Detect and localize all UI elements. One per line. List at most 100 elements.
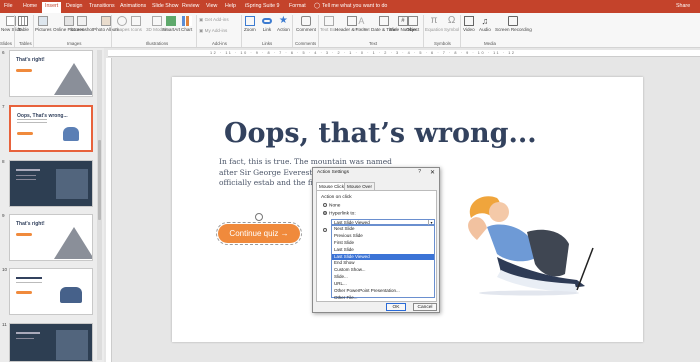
run-program-radio[interactable]: [323, 228, 327, 232]
video-button[interactable]: Video: [463, 16, 475, 32]
screen-recording-button[interactable]: Screen Recording: [495, 16, 532, 32]
thumbnail-text-line: [16, 277, 42, 279]
tab-design[interactable]: Design: [66, 3, 83, 9]
list-item[interactable]: Custom Show...: [332, 267, 434, 274]
list-item[interactable]: Last Slide: [332, 247, 434, 254]
tab-transitions[interactable]: Transitions: [89, 3, 115, 9]
tab-slide-show[interactable]: Slide Show: [152, 3, 179, 9]
zoom-icon: [244, 16, 255, 26]
mountain-photo: [56, 330, 88, 360]
scrollbar-thumb[interactable]: [98, 140, 101, 220]
help-button[interactable]: ?: [418, 169, 421, 175]
list-item[interactable]: Other PowerPoint Presentation...: [332, 288, 434, 295]
list-item-selected[interactable]: Last Slide Viewed: [332, 253, 434, 261]
share-button[interactable]: Share: [676, 3, 690, 9]
group-label-tables: Tables: [19, 41, 32, 46]
tab-file[interactable]: File: [4, 3, 13, 9]
none-radio[interactable]: None: [323, 203, 340, 208]
photo-album-icon: [101, 16, 112, 26]
audio-button[interactable]: ♫ Audio: [479, 16, 491, 32]
list-item[interactable]: URL...: [332, 281, 434, 288]
close-button[interactable]: ✕: [430, 169, 435, 176]
thumbnail-text-line: [17, 119, 47, 120]
mountain-photo: [56, 169, 88, 199]
divider: [14, 15, 15, 47]
chart-button[interactable]: Chart: [181, 16, 192, 32]
thumbnail-number: 11: [2, 322, 7, 327]
list-item[interactable]: Previous Slide: [332, 233, 434, 240]
tab-home[interactable]: Home: [23, 3, 37, 9]
list-item[interactable]: End Show: [332, 260, 434, 267]
tell-me-box[interactable]: Tell me what you want to do: [322, 3, 387, 9]
speaker-icon: ♫: [481, 16, 489, 26]
group-label-text: Text: [369, 41, 378, 46]
tab-ispring[interactable]: iSpring Suite 9: [245, 3, 279, 9]
hyperlink-options-list[interactable]: Next Slide Previous Slide First Slide La…: [331, 225, 435, 300]
zoom-button[interactable]: Zoom: [244, 16, 256, 32]
table-button[interactable]: Table: [18, 16, 29, 32]
add-in-icon: ▣: [199, 28, 204, 33]
tab-view[interactable]: View: [206, 3, 217, 9]
tab-mouse-over[interactable]: Mouse Over: [344, 182, 376, 190]
tab-help[interactable]: Help: [225, 3, 236, 9]
mountain-image: [54, 63, 92, 95]
calendar-icon: [378, 16, 389, 26]
tab-insert[interactable]: Insert: [42, 2, 62, 13]
continue-quiz-button[interactable]: Continue quiz →: [216, 222, 302, 245]
slide-thumbnail-9[interactable]: That's right!: [9, 214, 93, 261]
get-add-ins-button[interactable]: ▣ Get Add-ins: [199, 17, 229, 22]
my-add-ins-button[interactable]: ▣ My Add-ins: [199, 28, 227, 33]
slide-thumbnail-6[interactable]: That's right!: [9, 50, 93, 97]
divider: [292, 15, 293, 47]
group-label-links: Links: [262, 41, 273, 46]
shapes-button[interactable]: Shapes: [114, 16, 130, 32]
thumbnail-number: 9: [2, 213, 5, 218]
list-item[interactable]: Other File...: [332, 295, 434, 302]
cancel-button[interactable]: Cancel: [413, 303, 437, 311]
icons-button[interactable]: Icons: [131, 16, 142, 32]
thumbnail-scrollbar[interactable]: [97, 50, 102, 360]
smartart-button[interactable]: SmartArt: [162, 16, 180, 32]
chart-icon: [181, 16, 192, 26]
tab-animations[interactable]: Animations: [120, 3, 146, 9]
object-button[interactable]: Object: [406, 16, 419, 32]
list-item[interactable]: Slide...: [332, 274, 434, 281]
tab-mouse-click[interactable]: Mouse Click: [316, 182, 348, 190]
group-label-slides: Slides: [0, 41, 12, 46]
text-box-icon: [323, 16, 334, 26]
rotate-handle[interactable]: [255, 213, 263, 221]
screenshot-icon: [76, 16, 87, 26]
group-label-add-ins: Add-ins: [212, 41, 227, 46]
divider: [196, 15, 197, 47]
radio-on-icon: [323, 211, 327, 215]
list-item[interactable]: Next Slide: [332, 226, 434, 233]
slide-heading[interactable]: Oops, that’s wrong...: [224, 118, 537, 149]
list-item[interactable]: First Slide: [332, 240, 434, 247]
object-icon: [407, 16, 418, 26]
thumbnail-title: That's right!: [16, 221, 45, 227]
tab-review[interactable]: Review: [182, 3, 199, 9]
screenshot-button[interactable]: Screenshot: [70, 16, 93, 32]
slide-thumbnail-11[interactable]: [9, 323, 93, 362]
hyperlink-radio[interactable]: Hyperlink to:: [323, 211, 356, 216]
thumbnail-text-line: [16, 282, 42, 283]
slide-thumbnail-10[interactable]: [9, 268, 93, 315]
action-button[interactable]: ★ Action: [277, 16, 290, 33]
link-button[interactable]: Link: [262, 16, 272, 32]
symbol-button[interactable]: Ω Symbol: [444, 15, 459, 33]
thumbnail-button: [16, 233, 32, 236]
icons-icon: [131, 16, 142, 26]
equation-button[interactable]: π Equation: [425, 16, 443, 33]
slide-thumbnail-8[interactable]: [9, 160, 93, 207]
comment-button[interactable]: Comment: [296, 16, 316, 32]
wordart-button[interactable]: A WordArt: [353, 16, 370, 32]
thumbnail-button: [16, 291, 32, 294]
ok-button[interactable]: OK: [386, 303, 406, 311]
wordart-icon: A: [358, 16, 365, 26]
omega-icon: Ω: [447, 15, 456, 26]
tab-format[interactable]: Format: [289, 3, 306, 9]
comment-icon: [300, 16, 311, 26]
video-icon: [463, 16, 474, 26]
pictures-button[interactable]: Pictures: [35, 16, 52, 32]
slide-thumbnail-7[interactable]: Oops, That's wrong...: [9, 105, 93, 152]
